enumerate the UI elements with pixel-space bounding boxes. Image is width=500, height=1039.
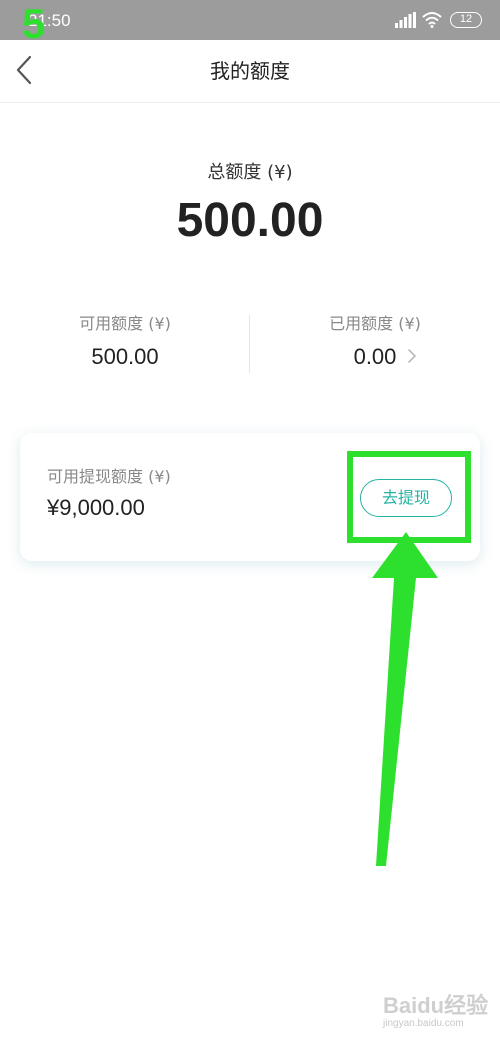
withdraw-quota-value: ¥9,000.00 bbox=[47, 495, 145, 520]
wifi-icon bbox=[422, 12, 442, 28]
available-quota: 可用额度 (¥) 500.00 bbox=[0, 310, 250, 370]
watermark-text: Baidu经验 bbox=[383, 993, 489, 1018]
used-quota[interactable]: 已用额度 (¥) 0.00 bbox=[250, 310, 500, 370]
available-quota-label: 可用额度 (¥) bbox=[79, 314, 171, 333]
total-quota-value: 500.00 bbox=[176, 194, 324, 247]
page-title: 我的额度 bbox=[210, 59, 290, 83]
chevron-right-icon[interactable] bbox=[406, 348, 418, 364]
used-quota-value: 0.00 bbox=[353, 344, 397, 369]
withdraw-quota-label: 可用提现额度 (¥) bbox=[47, 467, 171, 486]
total-quota-label: 总额度 (¥) bbox=[207, 162, 293, 183]
baidu-watermark: Baidu经验 jingyan.baidu.com bbox=[383, 988, 493, 1033]
signal-icon bbox=[395, 12, 416, 28]
available-quota-value: 500.00 bbox=[91, 344, 159, 369]
step-number-annotation: 5 bbox=[22, 0, 46, 47]
header: 我的额度 bbox=[0, 40, 500, 103]
watermark-url: jingyan.baidu.com bbox=[383, 1018, 464, 1029]
status-bar: 21:50 12 bbox=[0, 0, 500, 40]
battery-icon: 12 bbox=[450, 12, 482, 28]
used-quota-label: 已用额度 (¥) bbox=[329, 314, 421, 333]
annotation-arrow-icon bbox=[372, 532, 438, 866]
